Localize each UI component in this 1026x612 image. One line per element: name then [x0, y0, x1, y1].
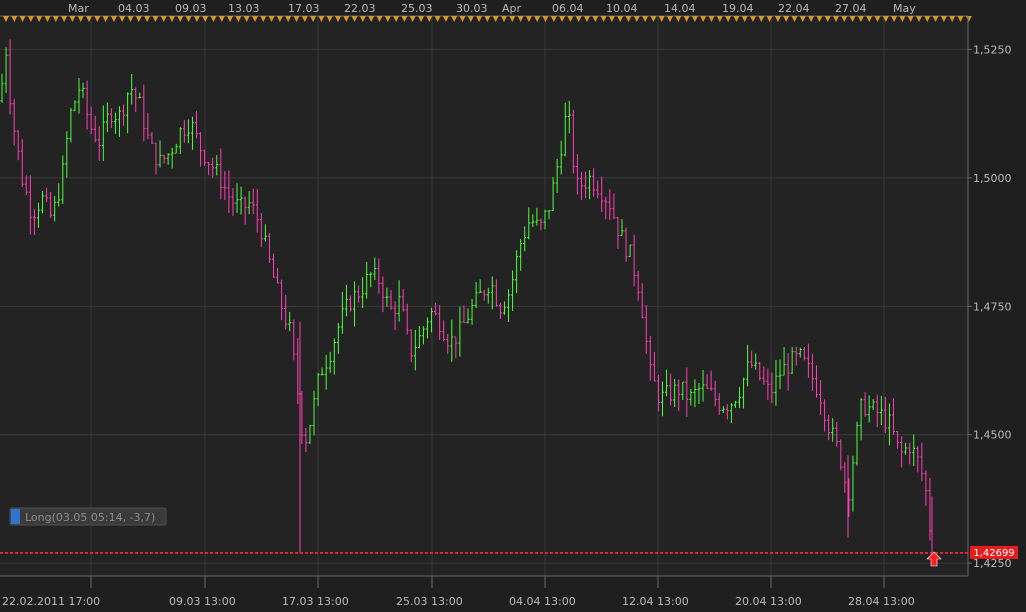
top-date-label: 04.03	[118, 2, 150, 15]
trading-chart-window: Mar 04.03 09.03 13.03 17.03 22.03 25.03 30.03 Ap…	[0, 0, 1026, 612]
top-date-label: Apr	[502, 2, 522, 15]
top-date-label: Mar	[68, 2, 89, 15]
x-tick-label: 04.04 13:00	[509, 595, 576, 608]
y-tick-label: 1,4750	[973, 300, 1012, 313]
trade-label-text: Long(03.05 05:14, -3,7)	[25, 511, 155, 524]
top-date-label: 13.03	[228, 2, 260, 15]
top-date-label: 22.03	[344, 2, 376, 15]
current-price-tag: 1,42699	[970, 545, 1018, 559]
x-tick-label: 17.03 13:00	[282, 595, 349, 608]
y-tick-label: 1,4250	[973, 557, 1012, 570]
x-tick-label: 20.04 13:00	[735, 595, 802, 608]
top-date-label: 27.04	[835, 2, 867, 15]
current-price-value: 1,42699	[973, 548, 1014, 559]
price-chart[interactable]: Mar 04.03 09.03 13.03 17.03 22.03 25.03 30.03 Ap…	[0, 0, 1026, 612]
y-tick-label: 1,5000	[973, 172, 1012, 185]
x-tick-label: 09.03 13:00	[169, 595, 236, 608]
top-date-label: 14.04	[664, 2, 696, 15]
x-tick-label: 25.03 13:00	[396, 595, 463, 608]
top-date-label: 25.03	[401, 2, 433, 15]
top-date-label: 19.04	[722, 2, 754, 15]
top-date-label: 10.04	[606, 2, 638, 15]
y-tick-label: 1,4500	[973, 429, 1012, 442]
top-date-label: 09.03	[175, 2, 207, 15]
x-tick-label: 28.04 13:00	[848, 595, 915, 608]
y-tick-label: 1,5250	[973, 43, 1012, 56]
top-date-label: May	[893, 2, 916, 15]
x-tick-label: 12.04 13:00	[622, 595, 689, 608]
x-tick-label: 22.02.2011 17:00	[2, 595, 100, 608]
top-date-label: 30.03	[456, 2, 488, 15]
top-date-label: 17.03	[288, 2, 320, 15]
trade-label[interactable]: Long(03.05 05:14, -3,7)	[9, 507, 167, 526]
top-date-label: 22.04	[778, 2, 810, 15]
trade-label-accent	[11, 509, 20, 524]
top-date-label: 06.04	[552, 2, 584, 15]
